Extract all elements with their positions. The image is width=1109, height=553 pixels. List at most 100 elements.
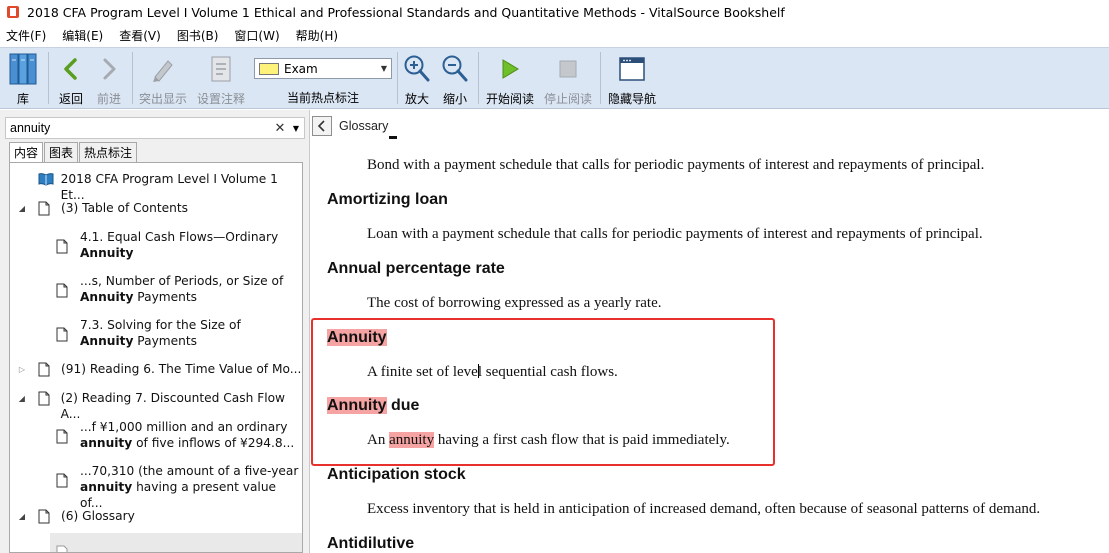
tree-item-glossary[interactable]: ◢ (6) Glossary	[10, 508, 302, 527]
definition-text: A finite set of leve	[367, 364, 478, 380]
glossary-term: Annual percentage rate	[327, 260, 505, 277]
page-icon	[38, 509, 50, 527]
forward-label: 前进	[96, 92, 121, 106]
result-context: 7.3. Solving for the Size of	[80, 318, 241, 332]
hide-nav-label: 隐藏导航	[607, 92, 656, 106]
glossary-term: Annuity due	[327, 397, 419, 415]
window-panel-icon	[618, 52, 646, 86]
clear-search-icon[interactable]: ✕	[272, 121, 288, 136]
breadcrumb: Glossary	[339, 119, 389, 133]
result-context: 4.1. Equal Cash Flows—Ordinary	[80, 230, 279, 244]
clipped-term-fragment	[389, 136, 397, 139]
toolbar-separator	[397, 52, 398, 104]
highlighter-pen-icon	[150, 52, 176, 86]
zoom-out-icon	[441, 52, 469, 86]
result-match: annuity	[80, 436, 133, 450]
glossary-definition: A finite set of level sequential cash fl…	[367, 364, 618, 381]
contents-tree: 2018 CFA Program Level I Volume 1 Et... …	[9, 162, 303, 553]
tree-item-label: (6) Glossary	[61, 509, 135, 523]
zoom-out-button[interactable]: 缩小	[440, 52, 470, 107]
stop-icon	[558, 52, 578, 86]
search-highlight: Annuity	[327, 329, 387, 346]
highlight-show-button[interactable]: 突出显示	[138, 52, 188, 107]
menu-book[interactable]: 图书(B)	[177, 27, 219, 44]
page-icon	[38, 362, 50, 380]
result-tail: of five inflows of ¥294.8...	[132, 436, 295, 450]
glossary-term: Antidilutive	[327, 535, 415, 552]
tree-item-reading-7[interactable]: ◢ (2) Reading 7. Discounted Cash Flow A.…	[10, 390, 302, 422]
toolbar-separator	[478, 52, 479, 104]
result-tail: Payments	[133, 290, 198, 304]
library-button[interactable]: 库	[8, 52, 38, 107]
glossary-term: Anticipation stock	[327, 466, 466, 483]
stop-read-button[interactable]: 停止阅读	[542, 52, 594, 107]
tree-item-book[interactable]: 2018 CFA Program Level I Volume 1 Et...	[10, 171, 302, 203]
nav-tabs: 内容 图表 热点标注	[9, 142, 138, 162]
expanded-triangle-icon[interactable]: ◢	[16, 204, 28, 213]
page-icon	[56, 473, 68, 491]
definition-text: l sequential cash flows.	[477, 364, 618, 380]
expanded-triangle-icon[interactable]: ◢	[16, 394, 28, 403]
highlight-color-swatch	[259, 62, 279, 75]
title-bar: 2018 CFA Program Level I Volume 1 Ethica…	[0, 0, 1109, 24]
search-dropdown-icon[interactable]: ▼	[288, 124, 304, 133]
back-label: 返回	[58, 92, 83, 106]
glossary-definition: Excess inventory that is held in anticip…	[367, 501, 1041, 517]
nav-back-button[interactable]	[312, 116, 332, 136]
stop-read-label: 停止阅读	[543, 92, 592, 106]
menu-file[interactable]: 文件(F)	[6, 27, 46, 44]
page-icon	[56, 327, 68, 345]
forward-button[interactable]: 前进	[94, 52, 124, 107]
menu-help[interactable]: 帮助(H)	[296, 27, 338, 44]
tree-item-label: (3) Table of Contents	[61, 201, 188, 215]
library-icon	[8, 52, 38, 86]
chevron-left-icon	[317, 120, 325, 132]
chevron-down-icon: ▼	[380, 64, 388, 73]
glossary-term: Amortizing loan	[327, 191, 448, 208]
search-highlight: annuity	[389, 432, 435, 448]
start-read-button[interactable]: 开始阅读	[484, 52, 536, 107]
tree-item-search-result[interactable]: 4.1. Equal Cash Flows—Ordinary Annuity	[10, 229, 302, 261]
term-text: due	[386, 397, 420, 414]
page-icon	[56, 239, 68, 257]
highlight-category-select[interactable]: Exam ▼	[254, 58, 392, 79]
set-note-button[interactable]: 设置注释	[196, 52, 246, 107]
highlight-category-value: Exam	[284, 61, 318, 76]
tab-highlights[interactable]: 热点标注	[79, 142, 138, 162]
toolbar-separator	[132, 52, 133, 104]
note-icon	[209, 52, 233, 86]
tree-item-table-of-contents[interactable]: ◢ (3) Table of Contents	[10, 200, 302, 219]
toolbar-separator	[600, 52, 601, 104]
menu-window[interactable]: 窗口(W)	[234, 27, 279, 44]
glossary-definition: An annuity having a first cash flow that…	[367, 432, 730, 449]
tab-figures[interactable]: 图表	[44, 142, 79, 162]
toolbar: 库 返回 前进 突出显示 设置注释 Exam ▼ 当前热点标注 放大 缩小 开始…	[0, 47, 1109, 109]
glossary-definition: Loan with a payment schedule that calls …	[367, 226, 983, 242]
open-book-icon	[38, 172, 54, 189]
result-context: ...s, Number of Periods, or Size of	[80, 274, 284, 288]
tab-contents[interactable]: 内容	[9, 142, 44, 162]
page-icon	[38, 201, 50, 219]
tree-item-search-result[interactable]: ...70,310 (the amount of a five-year ann…	[10, 463, 302, 511]
collapsed-triangle-icon[interactable]: ▷	[16, 365, 28, 374]
tree-item-label: (91) Reading 6. The Time Value of Mo...	[61, 362, 302, 376]
zoom-in-button[interactable]: 放大	[402, 52, 432, 107]
back-arrow-icon	[61, 52, 81, 86]
tree-item-selected-result[interactable]	[50, 533, 302, 552]
tree-item-search-result[interactable]: 7.3. Solving for the Size of Annuity Pay…	[10, 317, 302, 349]
menu-edit[interactable]: 编辑(E)	[62, 27, 103, 44]
menu-view[interactable]: 查看(V)	[119, 27, 161, 44]
search-input[interactable]	[6, 121, 272, 135]
definition-text: An	[367, 432, 390, 448]
expanded-triangle-icon[interactable]: ◢	[16, 512, 28, 521]
set-note-label: 设置注释	[196, 92, 245, 106]
tree-item-search-result[interactable]: ...s, Number of Periods, or Size of Annu…	[10, 273, 302, 305]
result-match: Annuity	[80, 246, 134, 260]
menu-bar: 文件(F) 编辑(E) 查看(V) 图书(B) 窗口(W) 帮助(H)	[0, 25, 1109, 46]
definition-text: having a first cash flow that is paid im…	[434, 432, 730, 448]
hide-nav-button[interactable]: 隐藏导航	[606, 52, 658, 107]
back-button[interactable]: 返回	[56, 52, 86, 107]
result-match: Annuity	[80, 334, 134, 348]
tree-item-reading-6[interactable]: ▷ (91) Reading 6. The Time Value of Mo..…	[10, 361, 302, 380]
tree-item-search-result[interactable]: ...f ¥1,000 million and an ordinary annu…	[10, 419, 302, 451]
